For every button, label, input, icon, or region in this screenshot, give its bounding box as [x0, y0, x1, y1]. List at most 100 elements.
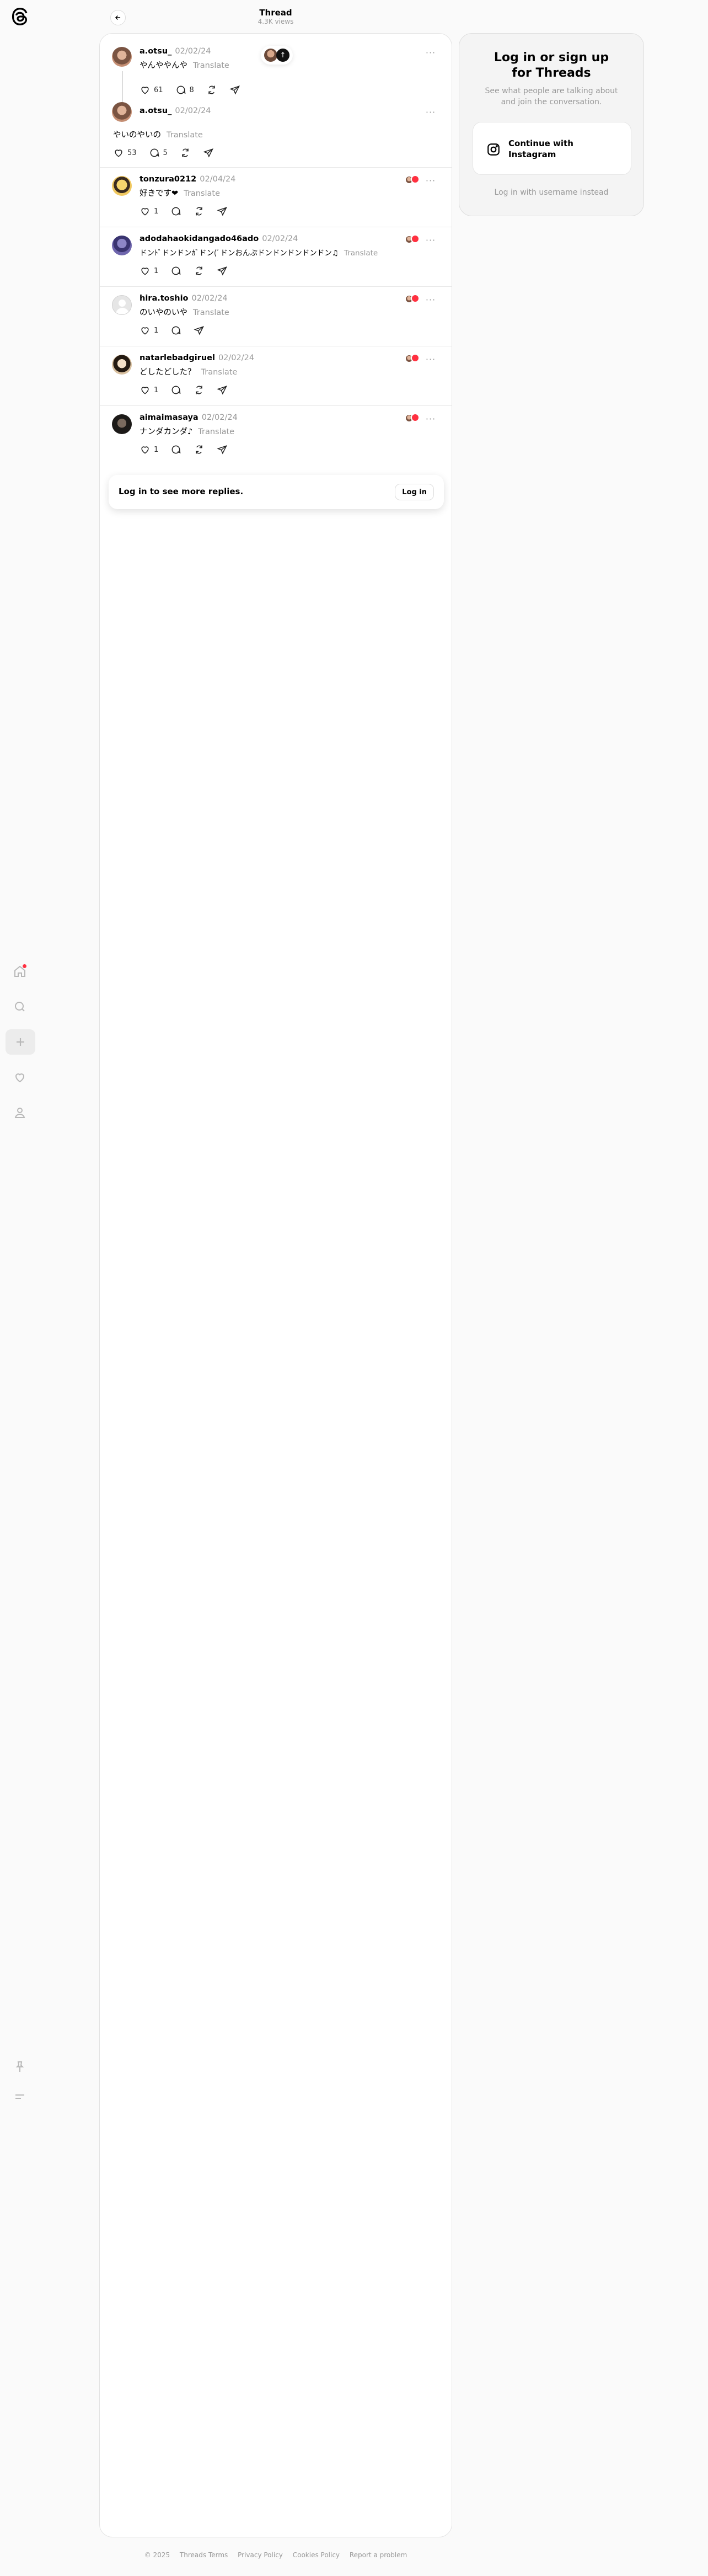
translate-link[interactable]: Translate: [184, 189, 220, 198]
reply-button[interactable]: 5: [149, 147, 168, 158]
reply-button[interactable]: [170, 265, 181, 276]
username[interactable]: natarlebadgiruel: [140, 354, 215, 362]
repost-button[interactable]: [194, 206, 205, 217]
translate-link[interactable]: Translate: [198, 427, 234, 436]
share-button[interactable]: [217, 384, 228, 396]
heart-icon: [141, 268, 149, 275]
threads-logo-icon[interactable]: [10, 7, 30, 26]
reply-post: tonzura0212 02/04/24 ··· 好きです❤ Translate 1: [100, 172, 452, 231]
send-icon: [194, 326, 205, 335]
share-button[interactable]: [229, 84, 240, 95]
post-text: どしたどした？: [140, 368, 196, 377]
divider: [100, 167, 452, 168]
more-options-icon[interactable]: ···: [424, 295, 437, 305]
reply-avatars[interactable]: ↑: [261, 46, 293, 65]
post-actions: 1: [140, 443, 240, 456]
pin-icon[interactable]: [8, 2055, 31, 2078]
activity-icon[interactable]: [8, 1066, 31, 1089]
instagram-button-label: Continue with Instagram: [508, 138, 573, 159]
post-text: ナンダカンダ♪: [140, 427, 193, 436]
share-button[interactable]: [203, 147, 214, 158]
back-button[interactable]: [110, 10, 126, 25]
avatar[interactable]: [112, 295, 132, 315]
share-button[interactable]: [217, 444, 228, 455]
more-options-icon[interactable]: ···: [424, 354, 437, 365]
username[interactable]: hira.toshio: [140, 294, 189, 303]
reply-button[interactable]: [170, 384, 181, 396]
footer-cookies-link[interactable]: Cookies Policy: [293, 2551, 340, 2559]
continue-with-instagram-button[interactable]: Continue with Instagram: [473, 122, 631, 175]
reply-button[interactable]: 8: [175, 84, 194, 95]
username[interactable]: tonzura0212: [140, 175, 196, 184]
username[interactable]: adodahaokidangado46ado: [140, 234, 259, 243]
translate-link[interactable]: Translate: [167, 131, 203, 140]
repost-button[interactable]: [206, 84, 217, 95]
translate-link[interactable]: Translate: [201, 368, 238, 377]
like-button[interactable]: 53: [113, 147, 137, 158]
footer-report-link[interactable]: Report a problem: [350, 2551, 407, 2559]
search-icon[interactable]: [8, 995, 31, 1018]
send-icon: [217, 386, 228, 395]
avatar[interactable]: [112, 236, 132, 255]
more-options-icon[interactable]: ···: [424, 107, 437, 117]
profile-icon[interactable]: [8, 1101, 31, 1124]
avatar[interactable]: [112, 47, 132, 67]
home-icon[interactable]: [8, 960, 31, 983]
footer-privacy-link[interactable]: Privacy Policy: [238, 2551, 283, 2559]
login-button[interactable]: Log in: [395, 484, 434, 500]
like-button[interactable]: 1: [140, 444, 158, 455]
username[interactable]: a.otsu_: [140, 106, 171, 115]
share-button[interactable]: [217, 265, 228, 276]
reply-button[interactable]: [170, 206, 181, 217]
repost-icon: [182, 148, 189, 157]
comment-icon: [171, 266, 181, 275]
repost-button[interactable]: [194, 384, 205, 396]
reply-button[interactable]: [170, 444, 181, 455]
like-button[interactable]: 1: [140, 325, 158, 336]
more-options-icon[interactable]: ···: [424, 175, 437, 186]
like-count: 1: [154, 266, 159, 275]
more-options-icon[interactable]: ···: [424, 235, 437, 245]
like-count: 1: [154, 445, 159, 454]
repost-button[interactable]: [194, 265, 205, 276]
username[interactable]: a.otsu_: [140, 47, 171, 56]
repost-icon: [196, 445, 203, 454]
avatar[interactable]: [112, 176, 132, 196]
reply-count: 5: [163, 148, 168, 157]
share-button[interactable]: [194, 325, 205, 336]
comment-icon: [171, 445, 181, 454]
avatar[interactable]: [112, 102, 132, 122]
post-date: 02/02/24: [262, 234, 298, 243]
reply-count: 8: [189, 85, 194, 94]
send-icon: [229, 85, 240, 95]
repost-button[interactable]: [194, 444, 205, 455]
login-card: Log in or sign up for Threads See what p…: [459, 33, 644, 216]
divider: [100, 286, 452, 287]
comment-icon: [176, 85, 185, 94]
instagram-icon: [487, 143, 500, 156]
footer-copyright: © 2025: [144, 2551, 170, 2559]
more-options-icon[interactable]: ···: [424, 414, 437, 424]
avatar[interactable]: [112, 414, 132, 434]
footer-terms-link[interactable]: Threads Terms: [180, 2551, 228, 2559]
avatar[interactable]: [112, 355, 132, 375]
like-button[interactable]: 1: [140, 265, 158, 276]
more-options-icon[interactable]: ···: [424, 47, 437, 58]
share-button[interactable]: [217, 206, 228, 217]
create-icon[interactable]: [6, 1029, 35, 1055]
repost-button[interactable]: [180, 147, 191, 158]
like-button[interactable]: 61: [140, 84, 163, 95]
username[interactable]: aimaimasaya: [140, 413, 199, 422]
login-card-subtitle: See what people are talking about and jo…: [485, 87, 618, 106]
like-button[interactable]: 1: [140, 384, 158, 396]
translate-link[interactable]: Translate: [193, 308, 229, 317]
menu-icon[interactable]: [8, 2085, 31, 2108]
comment-icon: [171, 326, 181, 335]
like-button[interactable]: 1: [140, 206, 158, 217]
translate-link[interactable]: Translate: [344, 249, 378, 258]
translate-link[interactable]: Translate: [193, 61, 229, 70]
username-login-link[interactable]: Log in with username instead: [459, 188, 643, 197]
reply-button[interactable]: [170, 325, 181, 336]
send-icon: [217, 445, 228, 455]
view-count: 4.3K views: [258, 18, 294, 25]
